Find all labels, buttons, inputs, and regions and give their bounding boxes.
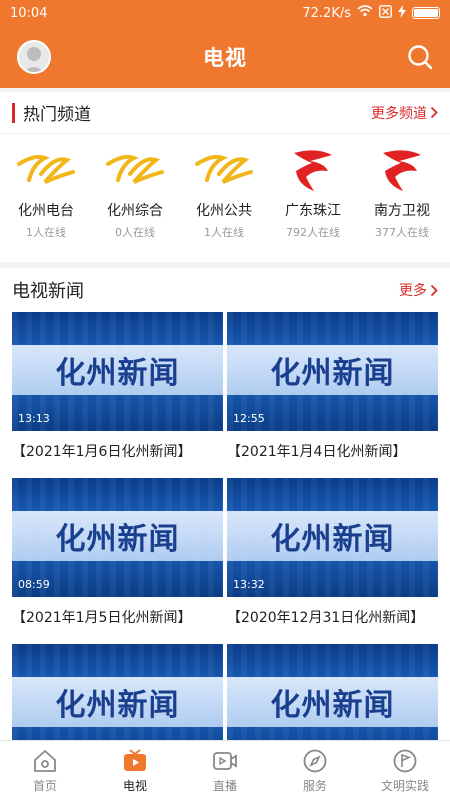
hot-channels-header: 热门频道 更多频道 bbox=[0, 92, 450, 134]
channel-online-count: 377人在线 bbox=[375, 226, 429, 239]
video-duration: 08:59 bbox=[18, 578, 50, 591]
huazhou-logo-icon bbox=[14, 146, 78, 194]
news-card[interactable]: 化州新闻 13:13 【2021年1月6日化州新闻】 bbox=[12, 312, 223, 478]
channel-item[interactable]: 化州公共 1人在线 bbox=[181, 146, 267, 240]
news-thumbnail: 化州新闻 bbox=[12, 644, 223, 740]
news-card[interactable]: 化州新闻 bbox=[227, 644, 438, 740]
news-thumbnail: 化州新闻 13:32 bbox=[227, 478, 438, 597]
charging-icon bbox=[398, 4, 406, 22]
news-thumbnail: 化州新闻 13:13 bbox=[12, 312, 223, 431]
news-title: 【2021年1月6日化州新闻】 bbox=[12, 444, 192, 460]
huazhou-logo-icon bbox=[192, 146, 256, 194]
tab-home[interactable]: 首页 bbox=[0, 741, 90, 800]
news-title: 【2020年12月31日化州新闻】 bbox=[227, 610, 425, 626]
channel-online-count: 792人在线 bbox=[286, 226, 340, 239]
hot-channels-title: 热门频道 bbox=[12, 100, 91, 125]
status-time: 10:04 bbox=[10, 5, 48, 21]
channel-item[interactable]: 化州电台 1人在线 bbox=[3, 146, 89, 240]
channel-online-count: 0人在线 bbox=[115, 226, 155, 239]
channel-item[interactable]: 南方卫视 377人在线 bbox=[359, 146, 445, 240]
app-header: 电视 bbox=[0, 26, 450, 88]
news-title: 【2021年1月5日化州新闻】 bbox=[12, 610, 192, 626]
channel-item[interactable]: 化州综合 0人在线 bbox=[92, 146, 178, 240]
tv-news-header: 电视新闻 更多 bbox=[0, 268, 450, 312]
battery-icon bbox=[412, 7, 440, 19]
wifi-icon bbox=[357, 5, 373, 21]
page-title: 电视 bbox=[203, 46, 247, 70]
top-bar: 10:04 72.2K/s 电视 bbox=[0, 0, 450, 88]
news-title: 【2021年1月4日化州新闻】 bbox=[227, 444, 407, 460]
video-duration: 13:32 bbox=[233, 578, 265, 591]
sim-off-icon bbox=[379, 4, 392, 22]
channel-name: 化州电台 bbox=[18, 203, 74, 219]
channel-item[interactable]: 广东珠江 792人在线 bbox=[270, 146, 356, 240]
news-thumbnail: 化州新闻 08:59 bbox=[12, 478, 223, 597]
chevron-right-icon bbox=[430, 106, 438, 119]
guangdong-logo-icon bbox=[281, 146, 345, 194]
channel-online-count: 1人在线 bbox=[26, 226, 66, 239]
thumbnail-logo-text: 化州新闻 bbox=[55, 522, 180, 557]
live-camera-icon bbox=[213, 751, 237, 770]
news-thumbnail: 化州新闻 12:55 bbox=[227, 312, 438, 431]
avatar[interactable] bbox=[17, 40, 51, 74]
tv-news-section: 电视新闻 更多 化州新闻 13:13 【2021年1月6日化州新闻】 化州新闻 … bbox=[0, 268, 450, 740]
channel-online-count: 1人在线 bbox=[204, 226, 244, 239]
bottom-tab-bar: 首页 电视 直播 服务 文明实践 bbox=[0, 740, 450, 800]
network-speed: 72.2K/s bbox=[302, 5, 351, 21]
news-card[interactable]: 化州新闻 08:59 【2021年1月5日化州新闻】 bbox=[12, 478, 223, 644]
more-channels-link[interactable]: 更多频道 bbox=[371, 103, 438, 123]
section-marker bbox=[12, 102, 15, 123]
search-button[interactable] bbox=[406, 43, 434, 71]
flag-circle-icon bbox=[393, 749, 417, 772]
battery-level bbox=[414, 9, 438, 17]
video-duration: 12:55 bbox=[233, 412, 265, 425]
tab-tv[interactable]: 电视 bbox=[90, 741, 180, 800]
channel-list: 化州电台 1人在线 化州综合 0人在线 化州公共 1人在线 广东珠江 792人在… bbox=[0, 134, 450, 240]
guangdong-logo-icon bbox=[370, 146, 434, 194]
news-grid: 化州新闻 13:13 【2021年1月6日化州新闻】 化州新闻 12:55 【2… bbox=[0, 312, 450, 740]
news-thumbnail: 化州新闻 bbox=[227, 644, 438, 740]
news-card[interactable]: 化州新闻 bbox=[12, 644, 223, 740]
tab-live[interactable]: 直播 bbox=[180, 741, 270, 800]
channel-name: 广东珠江 bbox=[285, 203, 341, 219]
user-avatar-icon bbox=[24, 47, 44, 72]
more-news-link[interactable]: 更多 bbox=[399, 280, 438, 300]
channel-name: 化州综合 bbox=[107, 203, 163, 219]
status-icons: 72.2K/s bbox=[302, 4, 440, 22]
hot-channels-section: 热门频道 更多频道 化州电台 1人在线 化州综合 0人在线 化州公共 1人在线 … bbox=[0, 92, 450, 262]
thumbnail-logo-text: 化州新闻 bbox=[270, 522, 395, 557]
thumbnail-logo-text: 化州新闻 bbox=[55, 356, 180, 391]
home-icon bbox=[34, 749, 56, 772]
search-icon bbox=[408, 45, 433, 70]
channel-name: 化州公共 bbox=[196, 203, 252, 219]
tv-news-title: 电视新闻 bbox=[12, 281, 84, 302]
thumbnail-logo-text: 化州新闻 bbox=[270, 356, 395, 391]
tab-civilization-practice[interactable]: 文明实践 bbox=[360, 741, 450, 800]
tv-icon bbox=[124, 748, 146, 771]
huazhou-logo-icon bbox=[103, 146, 167, 194]
news-card[interactable]: 化州新闻 12:55 【2021年1月4日化州新闻】 bbox=[227, 312, 438, 478]
news-card[interactable]: 化州新闻 13:32 【2020年12月31日化州新闻】 bbox=[227, 478, 438, 644]
status-bar: 10:04 72.2K/s bbox=[0, 0, 450, 26]
tab-service[interactable]: 服务 bbox=[270, 741, 360, 800]
thumbnail-logo-text: 化州新闻 bbox=[55, 688, 180, 723]
thumbnail-logo-text: 化州新闻 bbox=[270, 688, 395, 723]
video-duration: 13:13 bbox=[18, 412, 50, 425]
channel-name: 南方卫视 bbox=[374, 203, 430, 219]
chevron-right-icon bbox=[430, 284, 438, 296]
compass-icon bbox=[303, 749, 327, 772]
